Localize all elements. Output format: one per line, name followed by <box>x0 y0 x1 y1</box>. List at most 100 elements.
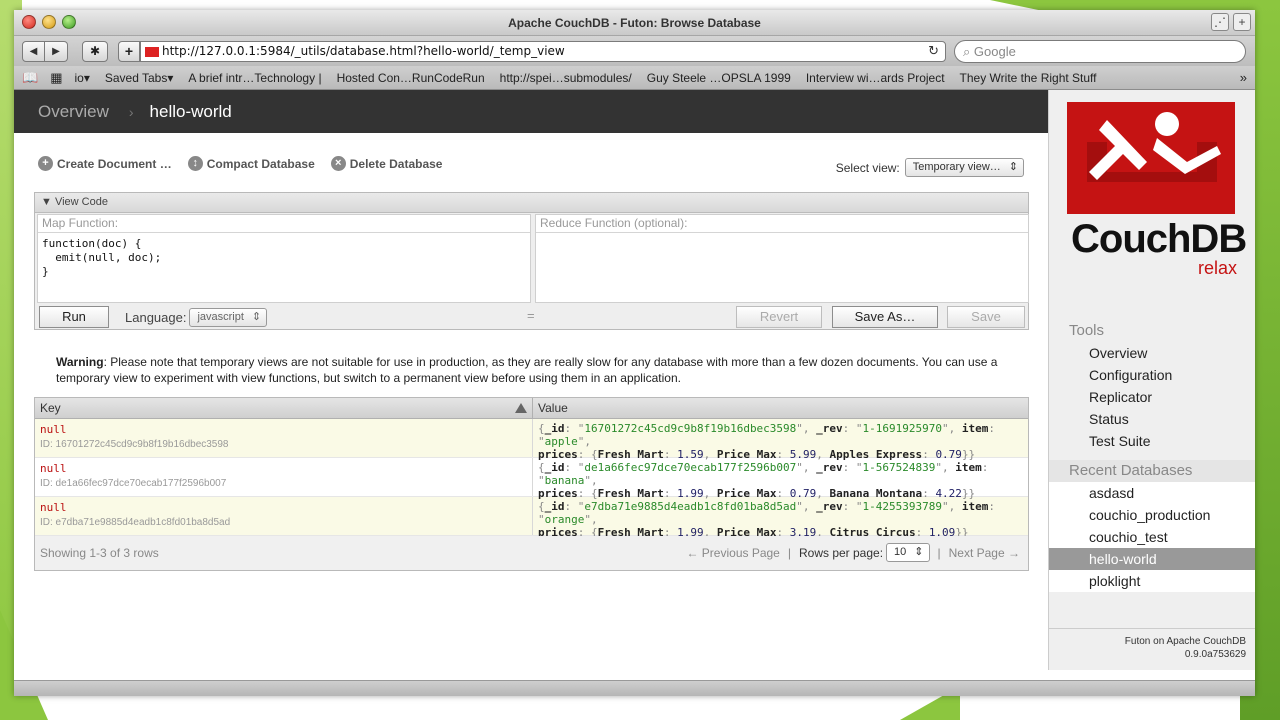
revert-button[interactable]: Revert <box>736 306 822 328</box>
bookmark-item[interactable]: Hosted Con…RunCodeRun <box>337 71 485 85</box>
field-name: _rev <box>816 461 843 474</box>
open-book-icon[interactable]: 📖 <box>22 70 38 86</box>
save-as-button[interactable]: Save As… <box>832 306 938 328</box>
save-button[interactable]: Save <box>947 306 1025 328</box>
bookmark-item[interactable]: io▾ <box>74 71 89 85</box>
create-document-button[interactable]: + Create Document … <box>38 156 172 171</box>
row-value-cell: {_id: "de1a66fec97dce70ecab177f2596b007"… <box>538 461 989 500</box>
rows-per-page-value: 10 <box>894 546 907 558</box>
sidebar-item-configuration[interactable]: Configuration <box>1049 364 1255 386</box>
field-item-value: apple <box>544 435 578 448</box>
reduce-function-editor[interactable] <box>536 233 1028 241</box>
showing-count: Showing 1-3 of 3 rows <box>40 546 159 560</box>
pager-divider: | <box>937 545 941 560</box>
row-doc-id[interactable]: ID: de1a66fec97dce70ecab177f2596b007 <box>40 477 527 491</box>
bookmark-item[interactable]: Interview wi…ards Project <box>806 71 945 85</box>
select-view-label: Select view: <box>835 160 900 175</box>
create-document-label: Create Document … <box>57 156 172 171</box>
breadcrumb-overview[interactable]: Overview <box>38 102 109 122</box>
key-column-header[interactable]: Key <box>35 398 533 418</box>
chevron-right-icon: › <box>128 103 134 120</box>
sidebar-item-overview[interactable]: Overview <box>1049 342 1255 364</box>
url-text: http://127.0.0.1:5984/_utils/database.ht… <box>162 44 565 58</box>
main-content: Overview › hello-world + Create Document … <box>14 90 1048 686</box>
row-doc-id[interactable]: ID: e7dba71e9885d4eadb1c8fd01ba8d5ad <box>40 516 527 530</box>
resize-grip-icon: ⋰ <box>1211 13 1229 31</box>
sidebar: CouchDB relax Tools Overview Configurati… <box>1048 90 1255 670</box>
value-column-header[interactable]: Value <box>533 398 1028 418</box>
couchdb-logo[interactable]: CouchDB relax <box>1067 102 1247 280</box>
sidebar-item-test-suite[interactable]: Test Suite <box>1049 430 1255 452</box>
bookmark-item[interactable]: A brief intr…Technology | <box>188 71 321 85</box>
bookmarks-bar: 📖 ▦ io▾ Saved Tabs▾ A brief intr…Technol… <box>14 66 1255 90</box>
couch-logo-icon <box>1067 102 1235 214</box>
search-field[interactable]: ⌕ Google <box>954 40 1246 63</box>
rows-per-page-dropdown[interactable]: 10 ⇕ <box>886 543 930 562</box>
logo-wordmark: CouchDB <box>1071 217 1247 261</box>
bookmark-item[interactable]: http://spei…submodules/ <box>500 71 632 85</box>
compact-database-button[interactable]: ↕ Compact Database <box>187 156 315 171</box>
pager-divider: | <box>787 545 791 560</box>
table-row[interactable]: null ID: e7dba71e9885d4eadb1c8fd01ba8d5ad… <box>35 497 1028 539</box>
window-title: Apache CouchDB - Futon: Browse Database <box>508 16 761 30</box>
sidebar-item-status[interactable]: Status <box>1049 408 1255 430</box>
breadcrumb-current: hello-world <box>149 101 232 121</box>
row-key: null <box>40 462 67 475</box>
bookmark-item[interactable]: Saved Tabs▾ <box>105 71 174 85</box>
field-name: _rev <box>816 500 843 513</box>
view-code-toggle[interactable]: ▼ View Code <box>35 193 1028 213</box>
address-bar[interactable]: http://127.0.0.1:5984/_utils/database.ht… <box>140 41 946 62</box>
table-row[interactable]: null ID: 16701272c45cd9c9b8f19b16dbec3598… <box>35 419 1028 461</box>
new-tab-button[interactable]: + <box>1233 13 1251 31</box>
sort-ascending-icon <box>515 403 527 413</box>
row-key-cell: null ID: 16701272c45cd9c9b8f19b16dbec3598 <box>35 419 533 457</box>
updown-arrows-icon: ⇕ <box>1008 161 1018 173</box>
recent-db-item[interactable]: asdasd <box>1049 482 1255 504</box>
delete-icon: × <box>330 156 346 171</box>
recent-db-item[interactable]: couchio_production <box>1049 504 1255 526</box>
browser-window: Apache CouchDB - Futon: Browse Database … <box>14 10 1255 696</box>
language-select: Language: javascript ⇕ <box>125 308 268 327</box>
row-value-cell: {_id: "16701272c45cd9c9b8f19b16dbec3598"… <box>538 422 996 461</box>
key-header-label: Key <box>40 401 61 415</box>
language-dropdown[interactable]: javascript ⇕ <box>189 308 268 327</box>
add-bookmark-button[interactable]: + <box>118 41 140 62</box>
status-bar <box>14 680 1255 696</box>
bookmark-item[interactable]: They Write the Right Stuff <box>960 71 1097 85</box>
row-doc-id[interactable]: ID: 16701272c45cd9c9b8f19b16dbec3598 <box>40 438 527 452</box>
reduce-function-label: Reduce Function (optional): <box>536 215 1028 233</box>
recent-db-item-active[interactable]: hello-world <box>1049 548 1255 570</box>
delete-database-button[interactable]: × Delete Database <box>330 156 443 171</box>
search-placeholder: Google <box>973 44 1016 59</box>
recent-db-item[interactable]: ploklight <box>1049 570 1255 592</box>
delete-database-label: Delete Database <box>349 156 443 171</box>
table-row[interactable]: null ID: de1a66fec97dce70ecab177f2596b007… <box>35 458 1028 500</box>
run-button[interactable]: Run <box>39 306 109 328</box>
field-name: _id <box>544 422 565 435</box>
next-page-link[interactable]: Next Page → <box>949 546 1020 560</box>
breadcrumb: Overview › hello-world <box>14 90 1048 133</box>
bookmark-item[interactable]: Guy Steele …OPSLA 1999 <box>647 71 791 85</box>
pane-resize-handle[interactable]: = <box>527 308 535 323</box>
updown-arrows-icon: ⇕ <box>914 546 924 558</box>
recent-db-item[interactable]: couchio_test <box>1049 526 1255 548</box>
select-view: Select view: Temporary view… ⇕ <box>836 158 1024 177</box>
reload-icon[interactable]: ↻ <box>928 42 939 61</box>
grid-icon[interactable]: ▦ <box>50 70 62 86</box>
chevron-right-icon[interactable]: » <box>1240 70 1247 85</box>
rows-per-page-label: Rows per page: <box>798 545 884 560</box>
map-function-editor[interactable]: function(doc) { emit(null, doc); } <box>38 233 530 283</box>
bug-report-button[interactable]: ✱ <box>82 41 108 62</box>
previous-page-link[interactable]: ← Previous Page <box>686 546 779 560</box>
footer-product: Futon on Apache CouchDB <box>1124 636 1246 647</box>
forward-button[interactable]: ▶ <box>45 41 68 62</box>
back-button[interactable]: ◀ <box>22 41 45 62</box>
row-key-cell: null ID: de1a66fec97dce70ecab177f2596b007 <box>35 458 533 496</box>
compact-database-label: Compact Database <box>206 156 315 171</box>
bug-icon: ✱ <box>89 44 101 58</box>
field-item-value: banana <box>544 474 585 487</box>
sidebar-item-replicator[interactable]: Replicator <box>1049 386 1255 408</box>
title-bar: Apache CouchDB - Futon: Browse Database … <box>14 10 1255 36</box>
field-rev-value: 1-567524839 <box>862 461 936 474</box>
select-view-dropdown[interactable]: Temporary view… ⇕ <box>904 158 1024 177</box>
